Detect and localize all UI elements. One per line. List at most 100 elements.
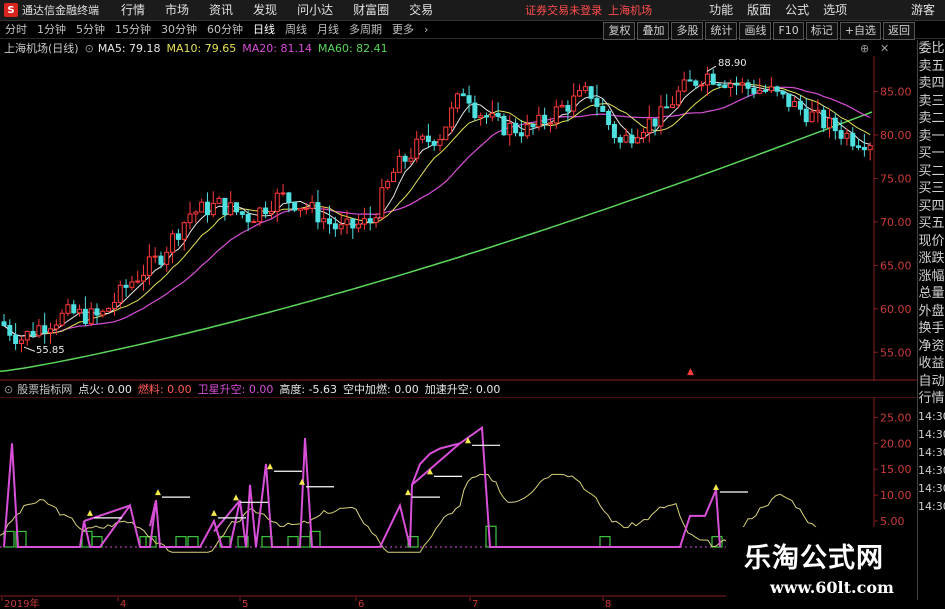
- overlay-button[interactable]: 叠加: [637, 22, 670, 40]
- candle-body: [88, 308, 94, 324]
- menu-quotes[interactable]: 行情: [111, 0, 155, 21]
- draw-line-button[interactable]: 画线: [739, 22, 772, 40]
- candle-body: [786, 93, 792, 107]
- candle-body: [856, 145, 862, 148]
- right-panel-item[interactable]: 卖四: [918, 75, 945, 93]
- back-button[interactable]: 返回: [883, 22, 915, 40]
- candle-body: [751, 87, 757, 94]
- right-panel-item[interactable]: 总量: [918, 285, 945, 303]
- restore-rights-button[interactable]: 复权: [603, 22, 636, 40]
- candle-body: [832, 117, 838, 132]
- candle-body: [48, 328, 54, 334]
- right-panel-item[interactable]: 14:30: [918, 426, 945, 444]
- candle-body: [425, 135, 431, 143]
- period-1min[interactable]: 1分钟: [32, 21, 71, 39]
- candle-body: [710, 73, 716, 85]
- candle-body: [234, 202, 240, 213]
- period-intraday[interactable]: 分时: [0, 21, 32, 39]
- candle-body: [600, 105, 606, 112]
- period-monthly[interactable]: 月线: [312, 21, 344, 39]
- settings-icon[interactable]: ⊙: [85, 42, 94, 55]
- period-30min[interactable]: 30分钟: [156, 21, 202, 39]
- candle-body: [733, 83, 739, 86]
- right-panel-item[interactable]: 换手: [918, 320, 945, 338]
- right-panel-item[interactable]: 卖二: [918, 110, 945, 128]
- candle-body: [809, 111, 815, 123]
- login-warning[interactable]: 证券交易未登录: [525, 2, 602, 18]
- candle-body: [117, 284, 123, 303]
- candle-body: [321, 218, 327, 223]
- add-watchlist-button[interactable]: +自选: [839, 22, 881, 40]
- right-panel-item[interactable]: 卖三: [918, 93, 945, 111]
- watermark-title: 乐淘公式网: [744, 543, 884, 574]
- period-60min[interactable]: 60分钟: [202, 21, 248, 39]
- right-panel-item[interactable]: 卖五: [918, 58, 945, 76]
- right-panel-item[interactable]: 14:30: [918, 462, 945, 480]
- guest-label[interactable]: 游客: [911, 0, 935, 21]
- right-panel-item[interactable]: 买五: [918, 215, 945, 233]
- right-panel-item[interactable]: 买一: [918, 145, 945, 163]
- candle-body: [42, 325, 48, 334]
- candle-body: [728, 83, 734, 88]
- right-panel-item[interactable]: 14:30: [918, 408, 945, 426]
- menu-wealth[interactable]: 财富圈: [343, 0, 399, 21]
- f10-button[interactable]: F10: [773, 22, 804, 40]
- menu-formula[interactable]: 公式: [778, 0, 816, 21]
- multi-stock-button[interactable]: 多股: [671, 22, 704, 40]
- candle-body: [478, 115, 484, 119]
- candle-body: [204, 201, 210, 216]
- candle-body: [437, 139, 443, 146]
- candle-body: [670, 104, 676, 108]
- right-panel-item[interactable]: 买二: [918, 163, 945, 181]
- right-panel-item[interactable]: 买四: [918, 198, 945, 216]
- menu-market[interactable]: 市场: [155, 0, 199, 21]
- menu-ask[interactable]: 问小达: [287, 0, 343, 21]
- right-panel-item[interactable]: 14:30: [918, 498, 945, 516]
- candle-body: [757, 89, 763, 94]
- period-weekly[interactable]: 周线: [280, 21, 312, 39]
- menu-layout[interactable]: 版面: [740, 0, 778, 21]
- candlestick-chart[interactable]: 85.00 80.00 75.00 70.00 65.00 60.00 55.00 88.9…: [0, 56, 917, 381]
- menu-discover[interactable]: 发现: [243, 0, 287, 21]
- right-panel-item[interactable]: 涨幅: [918, 268, 945, 286]
- candle-body: [693, 80, 699, 86]
- menu-trade[interactable]: 交易: [399, 0, 443, 21]
- menu-options[interactable]: 选项: [816, 0, 854, 21]
- indicator-tick: 25.00: [880, 411, 912, 424]
- candle-body: [501, 115, 507, 136]
- period-more[interactable]: 更多: [387, 21, 419, 39]
- candle-body: [65, 304, 71, 314]
- candle-body: [199, 201, 205, 213]
- statistics-button[interactable]: 统计: [705, 22, 738, 40]
- chevron-right-icon[interactable]: ›: [419, 21, 433, 39]
- candle-body: [228, 202, 234, 216]
- menu-function[interactable]: 功能: [702, 0, 740, 21]
- price-tick: 65.00: [880, 259, 912, 272]
- candle-body: [768, 86, 774, 92]
- right-panel-item[interactable]: 自动: [918, 373, 945, 391]
- right-panel-item[interactable]: 现价: [918, 233, 945, 251]
- ma20-label: MA20: 81.14: [242, 41, 312, 55]
- right-panel-item[interactable]: 买三: [918, 180, 945, 198]
- candle-body: [792, 100, 798, 107]
- mark-button[interactable]: 标记: [805, 22, 838, 40]
- close-chart-icon[interactable]: ✕: [880, 42, 889, 55]
- right-panel-item[interactable]: 涨跌: [918, 250, 945, 268]
- right-panel-item[interactable]: 卖一: [918, 128, 945, 146]
- candle-body: [559, 105, 565, 108]
- period-multi[interactable]: 多周期: [344, 21, 387, 39]
- right-panel-item[interactable]: 行情: [918, 390, 945, 408]
- settings-icon[interactable]: ⊙: [4, 383, 13, 396]
- right-panel-item[interactable]: 外盘: [918, 303, 945, 321]
- period-15min[interactable]: 15分钟: [110, 21, 156, 39]
- zoom-icon[interactable]: ⊕: [860, 42, 869, 55]
- right-panel-item[interactable]: 14:30: [918, 444, 945, 462]
- period-5min[interactable]: 5分钟: [71, 21, 110, 39]
- right-panel-item[interactable]: 净资: [918, 338, 945, 356]
- period-daily[interactable]: 日线: [248, 21, 280, 39]
- menu-news[interactable]: 资讯: [199, 0, 243, 21]
- right-panel-item[interactable]: 委比: [918, 40, 945, 58]
- candle-body: [379, 187, 385, 219]
- right-panel-item[interactable]: 14:30: [918, 480, 945, 498]
- right-panel-item[interactable]: 收益: [918, 355, 945, 373]
